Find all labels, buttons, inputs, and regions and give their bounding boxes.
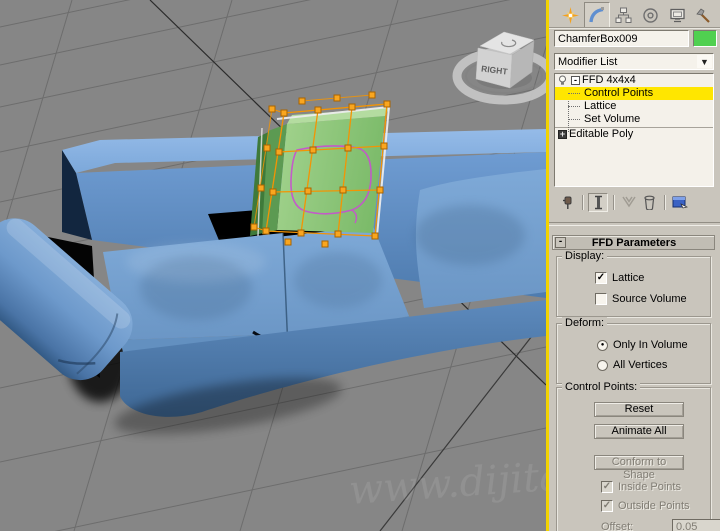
tab-modify[interactable]: [583, 2, 611, 28]
modifier-stack[interactable]: - FFD 4x4x4 Control Points Lattice Set V…: [554, 73, 714, 187]
tab-motion[interactable]: [637, 2, 664, 28]
viewport-canvas[interactable]: RIGHT www.dijitalde: [0, 0, 720, 531]
show-end-result-button[interactable]: [588, 192, 608, 212]
display-group: Display: ✓ Lattice Source Volume: [556, 250, 711, 317]
tab-display[interactable]: [664, 2, 691, 28]
create-icon: [561, 6, 579, 24]
stack-item-editable-poly[interactable]: + Editable Poly: [555, 128, 713, 141]
all-vertices-label: All Vertices: [613, 359, 668, 371]
stack-item-lattice[interactable]: Lattice: [555, 100, 713, 113]
toolbar-separator: [664, 194, 665, 210]
motion-icon: [643, 7, 658, 23]
deform-group-label: Deform:: [562, 317, 608, 329]
rollout-collapse-box[interactable]: -: [555, 237, 566, 248]
make-unique-button[interactable]: [619, 193, 639, 212]
source-volume-checkbox-row[interactable]: Source Volume: [595, 293, 687, 305]
outside-points-label: Outside Points: [618, 500, 690, 512]
max-window: RIGHT www.dijitalde ChamferBox009 Modifi…: [0, 0, 720, 531]
trash-icon: [643, 195, 655, 210]
tab-utilities[interactable]: [690, 2, 717, 28]
ffd-chamferbox-object[interactable]: [250, 91, 391, 248]
display-group-label: Display:: [562, 250, 608, 262]
inside-points-label: Inside Points: [618, 481, 681, 493]
chevron-down-icon[interactable]: ▼: [697, 55, 712, 68]
panel-divider: [549, 222, 720, 226]
inside-points-checkbox-row: ✓ Inside Points: [601, 481, 681, 493]
only-in-volume-radio-row[interactable]: ● Only In Volume: [597, 339, 688, 351]
rollout-title: FFD Parameters: [591, 236, 677, 249]
tabs-divider: [549, 27, 720, 28]
modifier-list-dropdown[interactable]: Modifier List ▼: [554, 53, 714, 70]
expand-box[interactable]: +: [558, 130, 567, 139]
source-volume-checkbox[interactable]: [595, 293, 607, 305]
outside-points-checkbox: ✓: [601, 500, 613, 512]
configure-modifier-sets-icon: [672, 196, 688, 208]
object-color-swatch[interactable]: [693, 30, 717, 47]
ffd-parameters-rollout-header[interactable]: - FFD Parameters: [552, 235, 715, 250]
utilities-icon: [696, 7, 710, 23]
all-vertices-radio-row[interactable]: All Vertices: [597, 359, 667, 371]
stack-item-set-volume[interactable]: Set Volume: [555, 113, 713, 126]
perspective-viewport[interactable]: RIGHT www.dijitalde: [0, 0, 720, 531]
control-points-group: Control Points: Reset Animate All Confor…: [556, 381, 720, 531]
toolbar-separator: [613, 194, 614, 210]
object-name-row: [554, 30, 717, 47]
only-in-volume-label: Only In Volume: [613, 339, 688, 351]
modifier-list-value: Modifier List: [558, 55, 618, 68]
show-end-result-icon: [594, 195, 602, 209]
make-unique-icon: [622, 196, 636, 208]
modify-icon: [588, 6, 604, 22]
conform-to-shape-button: Conform to Shape: [594, 455, 684, 481]
lattice-label: Lattice: [612, 272, 645, 284]
only-in-volume-radio[interactable]: ●: [597, 339, 608, 351]
collapse-box[interactable]: -: [571, 76, 580, 85]
stack-item-ffd[interactable]: - FFD 4x4x4: [555, 74, 713, 87]
reset-button[interactable]: Reset: [594, 402, 684, 417]
all-vertices-radio[interactable]: [597, 359, 608, 371]
hierarchy-icon: [615, 7, 632, 23]
remove-modifier-button[interactable]: [639, 193, 659, 212]
command-panel: Modifier List ▼ - FFD 4x4x4 Control Poin…: [549, 0, 720, 531]
offset-row: Offset: 0.05 ▲ ▼: [601, 519, 720, 531]
inside-points-checkbox: ✓: [601, 481, 613, 493]
lattice-checkbox[interactable]: ✓: [595, 272, 607, 284]
object-name-field[interactable]: [554, 30, 689, 47]
tab-hierarchy[interactable]: [610, 2, 637, 28]
tab-create[interactable]: [557, 2, 584, 28]
source-volume-label: Source Volume: [612, 293, 687, 305]
control-points-group-label: Control Points:: [562, 381, 641, 393]
configure-modifier-sets-button[interactable]: [670, 193, 690, 212]
deform-group: Deform: ● Only In Volume All Vertices: [556, 317, 711, 384]
pin-stack-button[interactable]: [557, 193, 577, 212]
stack-toolbar: [557, 192, 717, 212]
lattice-checkbox-row[interactable]: ✓ Lattice: [595, 272, 644, 284]
animate-all-button[interactable]: Animate All: [594, 424, 684, 439]
toolbar-separator: [582, 194, 583, 210]
stack-item-control-points[interactable]: Control Points: [555, 87, 713, 100]
command-panel-tabs: [557, 2, 717, 28]
display-icon: [669, 8, 685, 22]
offset-field: 0.05: [672, 519, 720, 531]
outside-points-checkbox-row: ✓ Outside Points: [601, 500, 690, 512]
pushpin-icon: [562, 196, 571, 209]
offset-label: Offset:: [601, 521, 634, 531]
light-bulb-icon[interactable]: [557, 75, 568, 86]
